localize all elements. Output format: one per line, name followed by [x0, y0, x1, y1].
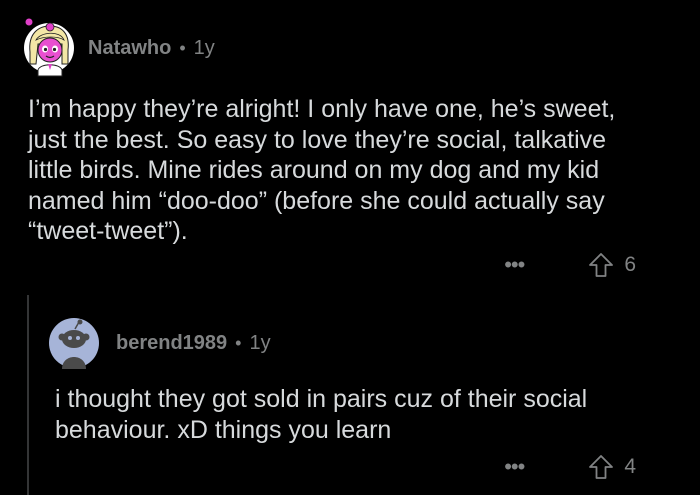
vote-count: 4 [624, 455, 636, 478]
vote-count: 6 [624, 253, 636, 276]
comment-age: 1y [249, 332, 271, 354]
comment-meta: Natawho • 1y [88, 37, 215, 60]
anime-girl-avatar-icon [24, 18, 74, 77]
comment-body: I’m happy they’re alright! I only have o… [28, 95, 616, 245]
comment-actions: ••• 6 [504, 252, 636, 278]
more-options-button[interactable]: ••• [504, 254, 525, 276]
reply-body: i thought they got sold in pairs cuz of … [55, 385, 588, 444]
avatar[interactable] [22, 18, 74, 78]
meta-separator: • [179, 38, 186, 58]
avatar[interactable] [48, 317, 100, 369]
upvote-button[interactable]: 6 [588, 252, 636, 278]
comment-thread: Natawho • 1y I’m happy they’re alright! … [0, 0, 700, 495]
reply-actions: ••• 4 [504, 454, 636, 480]
author-name[interactable]: berend1989 [116, 332, 227, 355]
author-name[interactable]: Natawho [88, 37, 171, 60]
default-snoo-avatar-icon [49, 318, 99, 369]
comment-age: 1y [193, 37, 215, 59]
upvote-arrow-icon [589, 253, 614, 277]
upvote-arrow-icon [589, 455, 614, 479]
thread-line[interactable] [27, 295, 29, 495]
reply-meta: berend1989 • 1y [116, 332, 271, 355]
upvote-button[interactable]: 4 [588, 454, 636, 480]
more-options-button[interactable]: ••• [504, 456, 525, 478]
meta-separator: • [235, 333, 242, 353]
